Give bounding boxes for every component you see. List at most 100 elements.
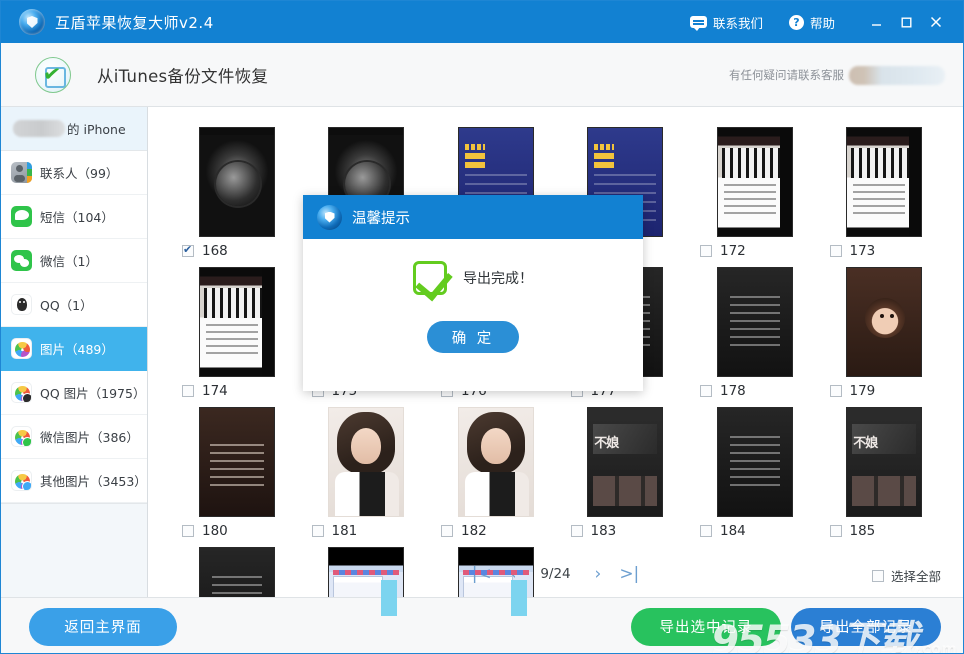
page-title: 从iTunes备份文件恢复 [97, 66, 269, 86]
sidebar-item-label: 联系人（99） [40, 166, 119, 181]
titlebar-actions: 联系我们 ? 帮助 [689, 1, 963, 43]
thumbnail-checkbox[interactable] [570, 525, 583, 537]
thumbnail-wrapper [820, 125, 950, 239]
photo-thumbnail[interactable] [457, 407, 534, 517]
thumbnail-caption: 184 [690, 519, 820, 543]
thumbnail-cell: 184 [690, 405, 820, 545]
sidebar-items: 联系人（99） 短信（104） 微信（1） QQ（1） 图片（489） QQ 图片（197… [1, 151, 147, 503]
next-page-button[interactable]: › [595, 565, 602, 583]
thumbnail-caption: 183 [561, 519, 691, 543]
other-photos-icon [11, 470, 32, 491]
photo-thumbnail[interactable]: 不娘 [587, 407, 664, 517]
photo-thumbnail[interactable] [198, 267, 275, 377]
thumbnail-checkbox[interactable] [182, 243, 194, 257]
export-all-button[interactable]: 导出全部记录 [791, 607, 941, 646]
thumbnail-checkbox[interactable] [311, 525, 324, 537]
thumbnail-wrapper: 不娘 [561, 405, 691, 519]
thumbnail-index-label: 174 [202, 383, 228, 399]
thumbnail-wrapper [690, 125, 820, 239]
thumbnail-wrapper [172, 125, 302, 239]
thumbnail-checkbox[interactable] [829, 245, 842, 257]
thumbnail-checkbox[interactable] [700, 385, 712, 397]
sidebar-device-row[interactable]: 的 iPhone [1, 107, 147, 151]
footer-bar: 返回主界面 导出选中记录 导出全部记录 95533下载.com [1, 597, 963, 653]
wechat-icon [11, 250, 32, 271]
thumbnail-checkbox[interactable] [700, 245, 712, 257]
thumbnail-index-label: 179 [849, 383, 876, 399]
sidebar-item-4[interactable]: QQ（1） [1, 283, 147, 327]
select-all-checkbox[interactable] [871, 569, 884, 582]
last-page-button[interactable]: >| [619, 565, 639, 583]
dialog-ok-button[interactable]: 确 定 [427, 321, 519, 353]
thumbnail-checkbox[interactable] [700, 525, 712, 537]
thumbnail-checkbox[interactable] [441, 525, 453, 537]
thumbnail-checkbox[interactable] [829, 385, 842, 397]
page-indicator: 9/24 [540, 566, 571, 582]
thumbnail-wrapper [302, 405, 432, 519]
thumbnail-index-label: 168 [202, 243, 228, 259]
thumbnail-caption: 180 [172, 519, 302, 543]
sub-header: 从iTunes备份文件恢复 有任何疑问请联系客服 [1, 43, 963, 107]
thumbnail-index-label: 183 [590, 523, 617, 539]
maximize-button[interactable] [891, 1, 921, 43]
sms-icon [11, 206, 32, 227]
photo-thumbnail[interactable] [846, 267, 923, 377]
photo-thumbnail[interactable]: 不娘 [846, 407, 923, 517]
sidebar-item-2[interactable]: 短信（104） [1, 195, 147, 239]
thumbnail-cell: 不娘 185 [820, 405, 950, 545]
thumbnail-index-label: 178 [720, 383, 746, 399]
contact-us-button[interactable]: 联系我们 [689, 13, 763, 32]
sidebar-item-5[interactable]: 图片（489） [1, 327, 147, 371]
thumbnail-detail [779, 128, 792, 236]
thumbnail-wrapper [690, 265, 820, 379]
sidebar-item-label: 微信（1） [40, 254, 98, 269]
help-button[interactable]: ? 帮助 [788, 13, 835, 32]
sidebar-filler [1, 503, 147, 597]
back-to-main-button[interactable]: 返回主界面 [29, 607, 177, 646]
photo-thumbnail[interactable] [716, 267, 793, 377]
thumbnail-checkbox[interactable] [182, 525, 194, 537]
thumbnail-wrapper [820, 265, 950, 379]
wechat-photos-icon [11, 426, 32, 447]
thumbnail-caption: 174 [172, 379, 302, 403]
icon-badge [22, 393, 31, 402]
icon-badge [22, 437, 31, 446]
thumbnail-wrapper [172, 405, 302, 519]
thumbnail-caption: 181 [302, 519, 432, 543]
thumbnail-cell: 不娘 183 [561, 405, 691, 545]
sidebar-item-1[interactable]: 联系人（99） [1, 151, 147, 195]
thumbnail-caption: 182 [431, 519, 561, 543]
thumbnail-index-label: 173 [849, 243, 876, 259]
photo-thumbnail[interactable] [716, 407, 793, 517]
thumbnail-wrapper [690, 405, 820, 519]
thumbnail-caption: 173 [820, 239, 950, 263]
sidebar-item-3[interactable]: 微信（1） [1, 239, 147, 283]
photo-thumbnail[interactable] [328, 407, 405, 517]
dialog-header: 温馨提示 [303, 195, 643, 239]
itunes-restore-icon [35, 56, 71, 93]
qq-photos-icon [11, 382, 32, 403]
sidebar-item-6[interactable]: QQ 图片（1975） [1, 371, 147, 415]
close-button[interactable] [921, 1, 951, 43]
minimize-button[interactable] [861, 1, 891, 43]
photo-thumbnail[interactable] [198, 407, 275, 517]
thumbnail-detail [462, 570, 529, 575]
sidebar-item-8[interactable]: 其他图片（3453） [1, 459, 147, 503]
export-complete-dialog: 温馨提示 导出完成！ 确 定 [303, 195, 643, 391]
thumbnail-wrapper: 不娘 [820, 405, 950, 519]
select-all-control[interactable]: 选择全部 [871, 566, 941, 585]
sidebar-item-7[interactable]: 微信图片（386） [1, 415, 147, 459]
sidebar: 的 iPhone 联系人（99） 短信（104） 微信（1） QQ（1） 图片（489）… [1, 107, 148, 597]
thumbnail-cell: 182 [431, 405, 561, 545]
dialog-body: 导出完成！ 确 定 [303, 239, 643, 391]
thumbnail-checkbox[interactable] [829, 525, 842, 537]
thumbnail-cell: 180 [172, 405, 302, 545]
photo-thumbnail[interactable] [198, 127, 275, 237]
redacted-contact-chip [849, 65, 945, 85]
support-note: 有任何疑问请联系客服 [729, 43, 945, 107]
dialog-logo-icon [317, 204, 342, 230]
thumbnail-checkbox[interactable] [182, 385, 194, 397]
export-selected-button[interactable]: 导出选中记录 [631, 607, 781, 646]
photo-thumbnail[interactable] [846, 127, 923, 237]
photo-thumbnail[interactable] [716, 127, 793, 237]
